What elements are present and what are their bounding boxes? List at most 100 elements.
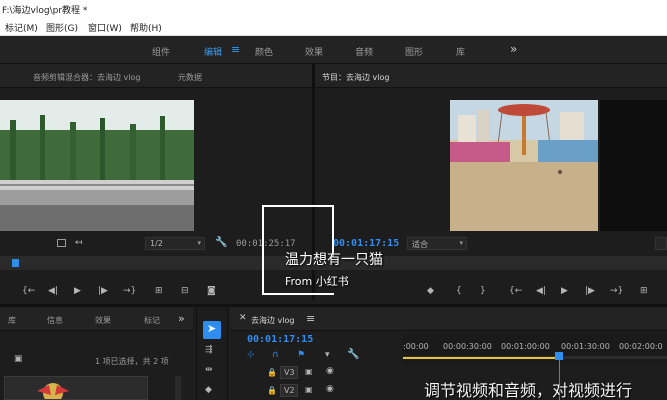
workspace-menu-icon[interactable]: ≡ — [231, 43, 240, 56]
menu-item-graphics[interactable]: 图形(G) — [46, 21, 78, 34]
arrow-icon: ➤ — [207, 322, 217, 335]
window-title: F:\海边vlog\pr教程 * — [2, 6, 88, 16]
workspace-bar: 组件 编辑 ≡ 颜色 效果 音频 图形 库 » — [0, 36, 667, 64]
source-playhead[interactable] — [12, 259, 19, 267]
tab-effects[interactable]: 效果 — [95, 315, 111, 326]
tab-libraries[interactable]: 库 — [8, 315, 16, 326]
camera-icon[interactable]: ◙ — [207, 286, 216, 296]
program-video-image — [450, 100, 598, 231]
timeline-timecode: 00:01:17:15 — [247, 334, 314, 345]
program-canvas-edge — [600, 100, 667, 231]
step-forward-icon[interactable]: |▶ — [98, 286, 108, 296]
project-overflow-icon[interactable]: » — [178, 312, 185, 325]
selection-tool[interactable]: ➤ — [203, 321, 221, 339]
workspace-overflow-icon[interactable]: » — [510, 42, 517, 56]
workspace-libraries[interactable]: 库 — [456, 45, 465, 58]
menu-item-window[interactable]: 窗口(W) — [88, 21, 122, 34]
source-insert-icon[interactable]: ↤ — [75, 238, 83, 248]
menu-bar: 标记(M) 图形(G) 窗口(W) 帮助(H) — [0, 18, 667, 36]
program-play-icon[interactable]: ▶ — [561, 286, 568, 296]
timeline-menu-icon[interactable]: ≡ — [306, 312, 315, 325]
bin-icon[interactable]: ▣ — [14, 354, 23, 364]
video-subtitle: 调节视频和音频，对视频进行 — [424, 381, 633, 400]
program-step-forward-icon[interactable]: |▶ — [585, 286, 595, 296]
track-v3-sync-icon[interactable]: ▣ — [305, 367, 313, 376]
program-step-back-icon[interactable]: ◀| — [536, 286, 546, 296]
wrench-icon[interactable]: 🔧 — [215, 237, 227, 248]
workspace-editing[interactable]: 编辑 — [204, 45, 222, 58]
timeline-tabbar: ✕ 去海边 vlog ≡ — [230, 307, 667, 331]
mark-in-bracket-icon[interactable]: { — [456, 286, 462, 296]
track-v2-sync-icon[interactable]: ▣ — [305, 385, 313, 394]
track-v2-eye-icon[interactable]: ◉ — [326, 384, 334, 394]
program-fit-select[interactable]: 适合 ▾ — [407, 237, 467, 250]
chevron-down-icon: ▾ — [459, 239, 463, 247]
timeline-title: 去海边 vlog — [251, 316, 295, 325]
track-v3-label: V3 — [284, 368, 295, 377]
workspace-audio[interactable]: 音频 — [355, 45, 373, 58]
title-bar: F:\海边vlog\pr教程 * — [0, 0, 667, 18]
timeline-close-icon[interactable]: ✕ — [239, 313, 247, 323]
timeline-playhead[interactable] — [555, 352, 563, 360]
nest-sequence-icon[interactable]: ⊹ — [247, 350, 255, 360]
tab-markers[interactable]: 标记 — [144, 315, 160, 326]
linked-selection-icon[interactable]: ⚑ — [297, 350, 305, 360]
tab-audio-clip-mixer[interactable]: 音频剪辑混合器：去海边 vlog — [33, 72, 140, 83]
lock-icon[interactable]: 🔒 — [267, 368, 277, 377]
work-area-bar[interactable] — [403, 357, 558, 359]
program-panel-tabbar: 节目：去海边 vlog — [315, 64, 667, 88]
overwrite-icon[interactable]: ⊟ — [181, 286, 189, 296]
selection-info: 1 项已选择，共 2 项 — [95, 357, 169, 366]
go-to-in-icon[interactable]: {← — [509, 286, 522, 296]
track-v3-eye-icon[interactable]: ◉ — [326, 366, 334, 376]
source-video-frame — [0, 100, 194, 231]
program-fit-value: 适合 — [412, 240, 428, 249]
go-to-out-icon[interactable]: →} — [123, 286, 136, 296]
workspace-assembly[interactable]: 组件 — [152, 45, 170, 58]
tab-info[interactable]: 信息 — [47, 315, 63, 326]
source-safe-margins-icon[interactable] — [57, 239, 66, 247]
add-marker-icon[interactable]: ◆ — [427, 286, 434, 296]
source-panel-tabbar: 音频剪辑混合器：去海边 vlog 元数据 — [0, 64, 312, 88]
add-marker-timeline-icon[interactable]: ▾ — [325, 350, 330, 360]
program-quality-select[interactable] — [655, 237, 667, 250]
play-icon[interactable]: ▶ — [74, 286, 81, 296]
lift-icon[interactable]: ⊞ — [640, 286, 648, 296]
project-panel-tabbar: 库 信息 效果 标记 » — [0, 307, 193, 331]
source-scale-value: 1/2 — [150, 239, 163, 248]
ruler-label: 00:02:00:0 — [619, 342, 663, 351]
program-panel-title: 节目：去海边 vlog — [322, 73, 390, 82]
razor-tool-icon[interactable]: ◆ — [205, 385, 212, 395]
ruler-label: 00:01:00:00 — [501, 342, 550, 351]
ruler-label: :00:00 — [403, 342, 429, 351]
program-go-to-out-icon[interactable]: →} — [610, 286, 623, 296]
source-scale-select[interactable]: 1/2 ▾ — [145, 237, 205, 250]
ruler-label: 00:00:30:00 — [443, 342, 492, 351]
project-scrollbar[interactable] — [175, 376, 181, 400]
ripple-edit-tool-icon[interactable]: ⇹ — [205, 365, 213, 375]
tools-panel: ➤ ⇶ ⇹ ◆ — [196, 307, 228, 400]
chevron-down-icon: ▾ — [197, 239, 201, 247]
track-v2-target[interactable]: V2 — [280, 384, 298, 397]
project-item-thumbnail[interactable] — [4, 376, 148, 400]
track-v3-target[interactable]: V3 — [280, 366, 298, 379]
source-video-image — [0, 100, 194, 231]
workspace-color[interactable]: 颜色 — [255, 45, 273, 58]
ruler-label: 00:01:30:00 — [561, 342, 610, 351]
watermark-author: 温力想有一只猫 — [285, 252, 383, 268]
insert-icon[interactable]: ⊞ — [155, 286, 163, 296]
lock-icon[interactable]: 🔒 — [267, 386, 277, 395]
snap-icon[interactable]: ∩ — [272, 350, 279, 360]
menu-item-help[interactable]: 帮助(H) — [130, 21, 162, 34]
menu-item-marker[interactable]: 标记(M) — [5, 21, 38, 34]
workspace-graphics[interactable]: 图形 — [405, 45, 423, 58]
timeline-settings-wrench-icon[interactable]: 🔧 — [347, 349, 359, 360]
timeline-ruler[interactable]: :00:00 00:00:30:00 00:01:00:00 00:01:30:… — [403, 334, 667, 364]
workspace-effects[interactable]: 效果 — [305, 45, 323, 58]
step-back-icon[interactable]: ◀| — [48, 286, 58, 296]
tab-metadata[interactable]: 元数据 — [178, 72, 202, 83]
mark-in-icon[interactable]: {← — [22, 286, 35, 296]
track-select-tool-icon[interactable]: ⇶ — [205, 345, 213, 355]
program-timecode: 00:01:17:15 — [333, 238, 400, 249]
mark-out-bracket-icon[interactable]: } — [480, 286, 486, 296]
